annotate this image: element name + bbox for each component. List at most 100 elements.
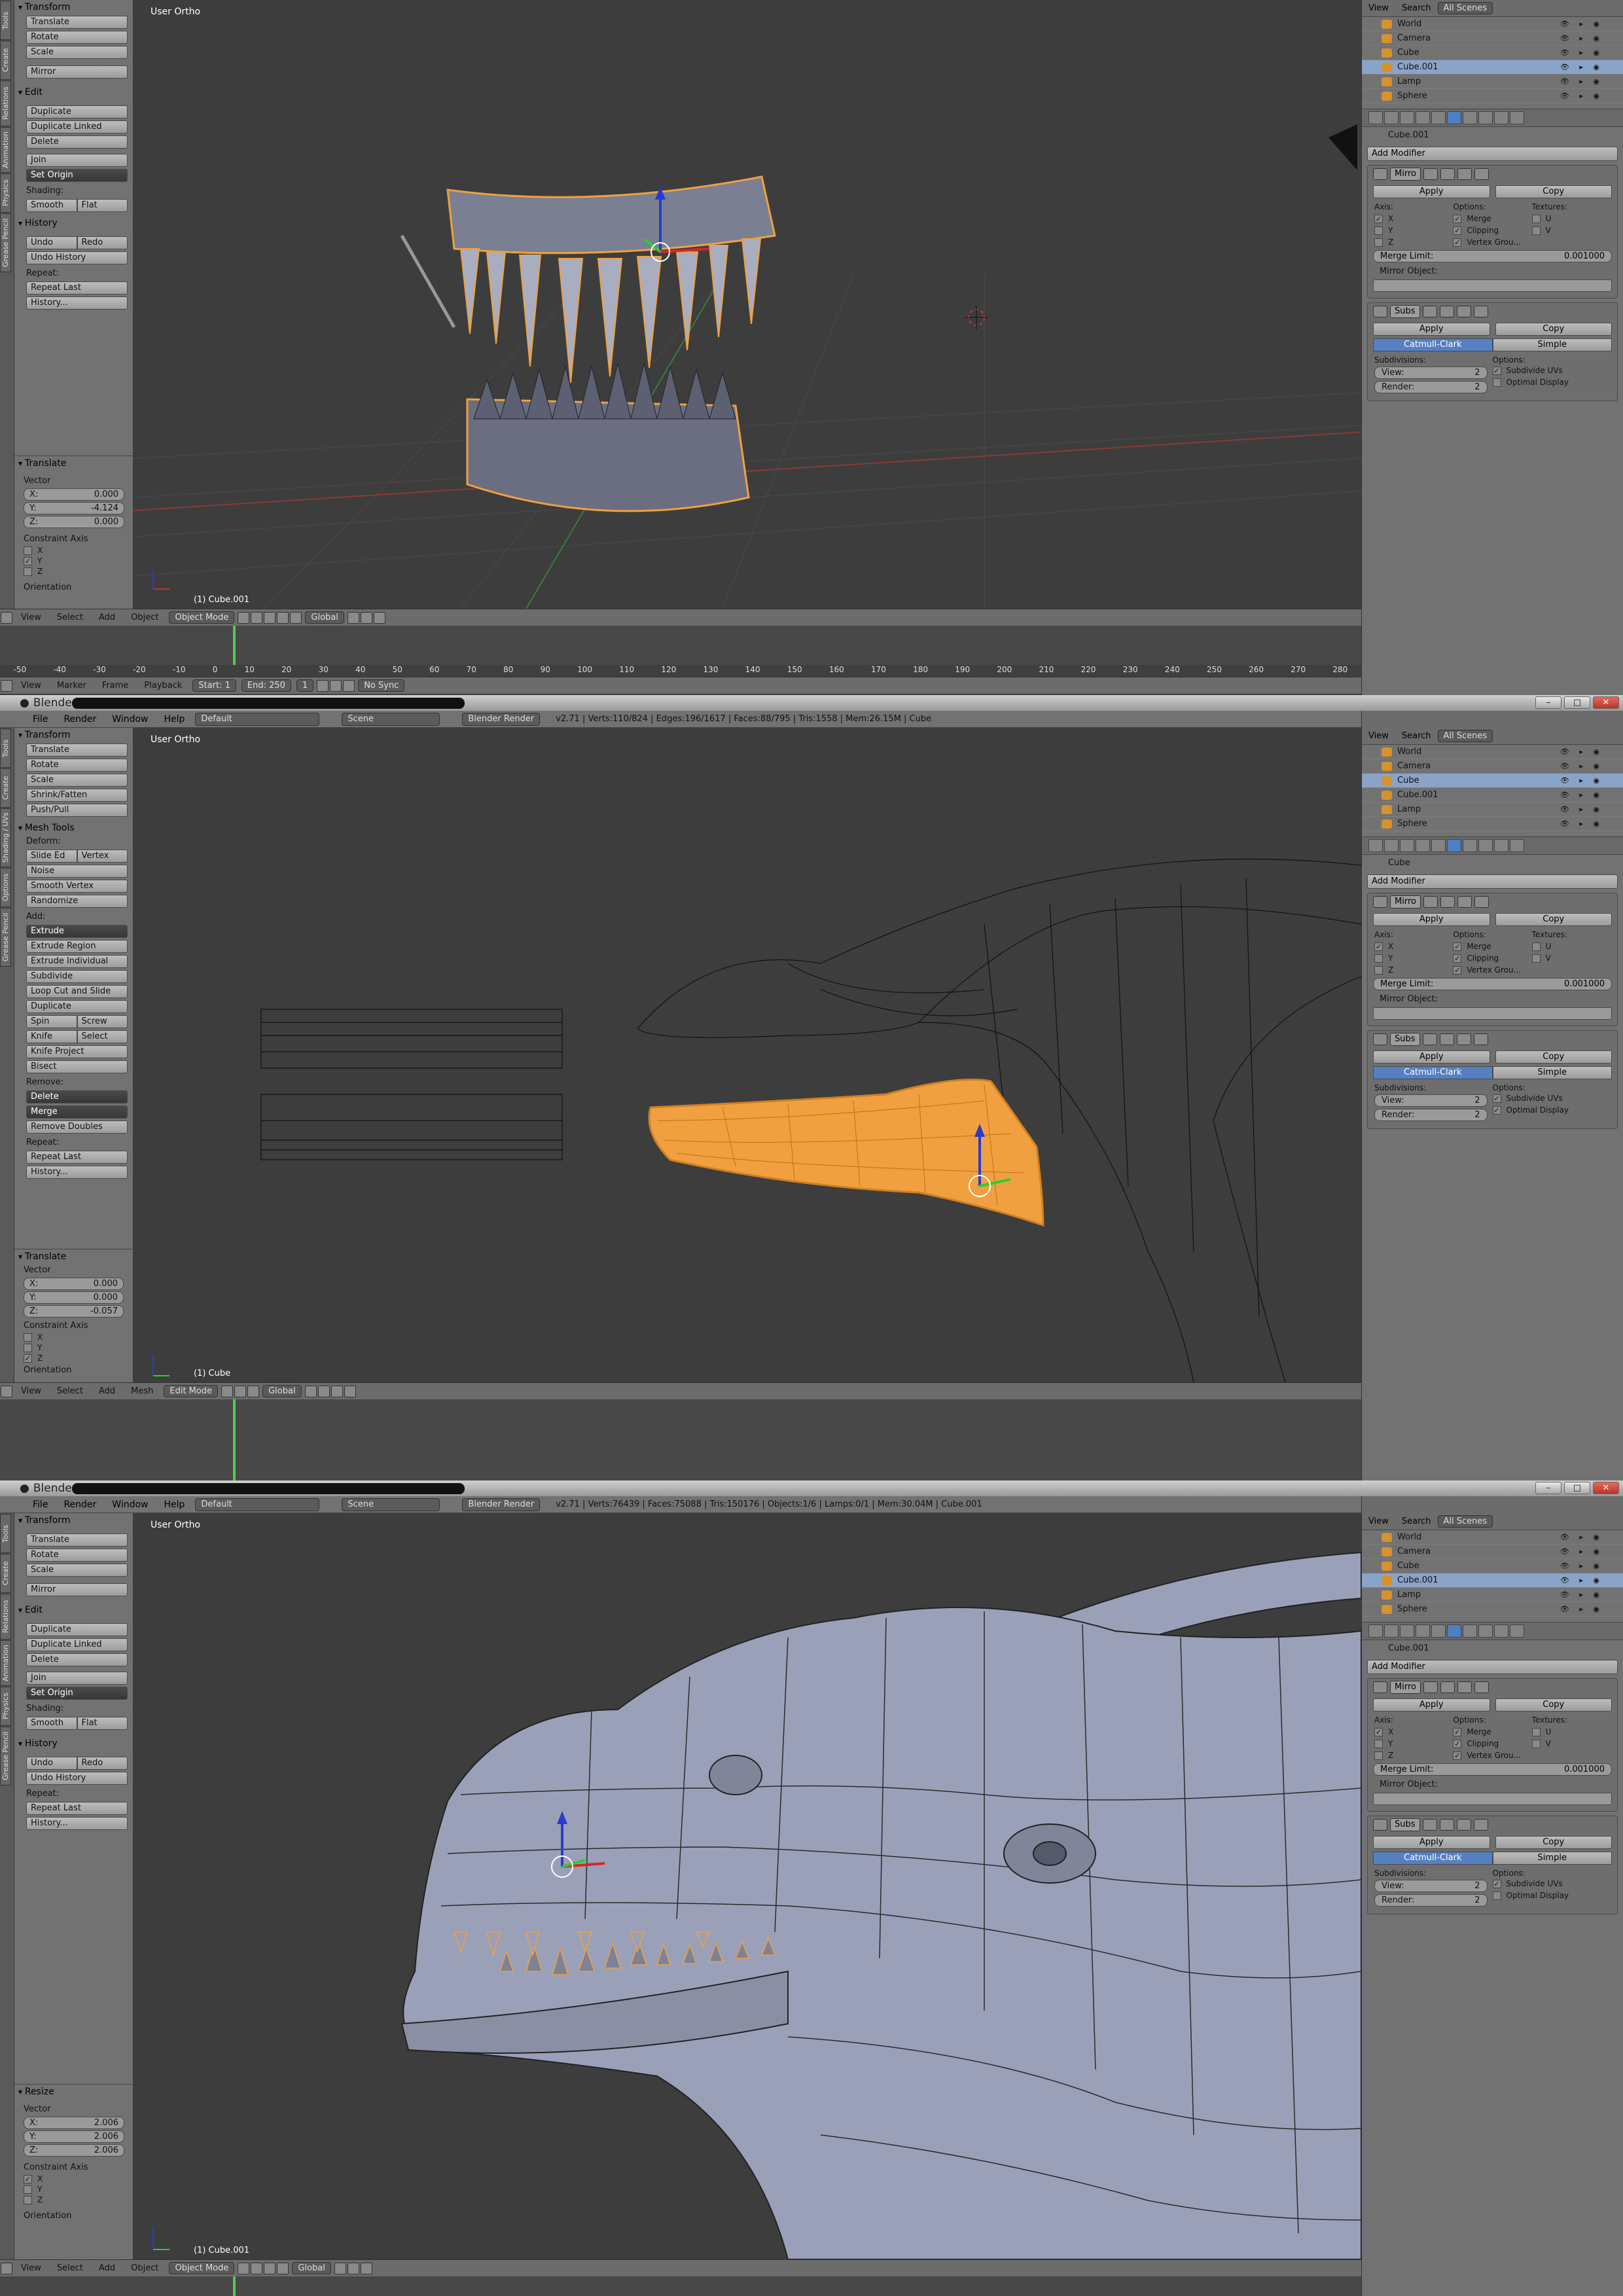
- menu-help[interactable]: Help: [164, 714, 185, 725]
- mirror-object-field[interactable]: [1373, 279, 1612, 292]
- modifiers-tab[interactable]: [1447, 111, 1461, 124]
- visibility-icons[interactable]: 👁 ▸ ◉: [1560, 1533, 1603, 1541]
- outliner-row[interactable]: Camera 👁 ▸ ◉: [1362, 1545, 1623, 1559]
- loop-cut-button[interactable]: Loop Cut and Slide: [26, 985, 128, 998]
- view-levels-field[interactable]: View: 2: [1374, 1094, 1488, 1107]
- render-tab[interactable]: [1368, 1624, 1383, 1638]
- modifier-toggle-icon[interactable]: [1439, 306, 1454, 317]
- checkbox-checked[interactable]: ✓: [1492, 1879, 1501, 1888]
- option-checkbox[interactable]: ✓ Vertex Grou...: [1453, 1751, 1531, 1760]
- subdivide-uvs-checkbox[interactable]: ✓ Subdivide UVs: [1492, 1092, 1611, 1104]
- remove-doubles-button[interactable]: Remove Doubles: [26, 1121, 128, 1134]
- tab-tools[interactable]: Tools: [0, 1514, 11, 1553]
- extrude-dropdown[interactable]: Extrude: [26, 925, 128, 938]
- constraints-tab[interactable]: [1431, 1624, 1446, 1638]
- checkbox[interactable]: [1374, 238, 1383, 247]
- undo-button[interactable]: Undo: [26, 236, 77, 249]
- tab-tools[interactable]: Tools: [0, 728, 11, 768]
- checkbox[interactable]: [24, 1343, 32, 1352]
- render-tab[interactable]: [1368, 839, 1383, 852]
- outliner-row[interactable]: Lamp 👁 ▸ ◉: [1362, 75, 1623, 89]
- 3d-viewport-middle[interactable]: User Ortho (1) Cube: [134, 728, 1361, 1382]
- section-history[interactable]: History: [14, 216, 133, 230]
- texture-checkbox[interactable]: [1532, 965, 1611, 975]
- tab-animation[interactable]: Animation: [0, 127, 11, 173]
- tab-physics[interactable]: Physics: [0, 1687, 11, 1726]
- vector-x-field[interactable]: X: 0.000: [24, 488, 124, 501]
- modifier-name-field[interactable]: Subs: [1390, 305, 1420, 318]
- optimal-display-checkbox[interactable]: Optimal Display: [1492, 376, 1611, 388]
- scene-tab[interactable]: [1384, 1624, 1399, 1638]
- undo-button[interactable]: Undo: [26, 1757, 77, 1770]
- scale-button[interactable]: Scale: [26, 1564, 128, 1577]
- visibility-icons[interactable]: 👁 ▸ ◉: [1560, 805, 1603, 814]
- catmull-clark-button[interactable]: Catmull-Clark: [1373, 1066, 1493, 1079]
- knife-project-button[interactable]: Knife Project: [26, 1045, 128, 1058]
- visibility-icons[interactable]: 👁 ▸ ◉: [1560, 1547, 1603, 1556]
- delete-button[interactable]: Delete: [26, 1653, 128, 1666]
- duplicate-linked-button[interactable]: Duplicate Linked: [26, 1638, 128, 1651]
- duplicate-button[interactable]: Duplicate: [26, 105, 128, 118]
- edge-select-icon[interactable]: [317, 1385, 330, 1397]
- render-levels-field[interactable]: Render: 2: [1374, 381, 1488, 393]
- checkbox-checked[interactable]: ✓: [1453, 226, 1462, 235]
- visibility-icons[interactable]: 👁 ▸ ◉: [1560, 1590, 1603, 1599]
- constraint-y[interactable]: Y: [14, 1342, 133, 1353]
- apply-button[interactable]: Apply: [1373, 323, 1490, 336]
- axis-checkbox[interactable]: ✓ X: [1374, 1727, 1453, 1736]
- checkbox-checked[interactable]: ✓: [24, 556, 32, 565]
- delete-dropdown[interactable]: Delete: [26, 1090, 128, 1103]
- history-button[interactable]: History...: [26, 1817, 128, 1830]
- outliner-row[interactable]: Sphere 👁 ▸ ◉: [1362, 817, 1623, 831]
- flat-button[interactable]: Flat: [77, 1717, 128, 1730]
- join-button[interactable]: Join: [26, 1672, 128, 1685]
- data-tab[interactable]: [1463, 1624, 1477, 1638]
- extrude-region-button[interactable]: Extrude Region: [26, 940, 128, 953]
- close-button[interactable]: ✕: [1593, 696, 1619, 709]
- editor-type-icon[interactable]: [1, 1385, 12, 1397]
- vertex-select-icon[interactable]: [304, 1385, 317, 1397]
- editor-type-icon[interactable]: [1, 2262, 12, 2274]
- checkbox[interactable]: [1531, 214, 1541, 223]
- viewport-shading-icon[interactable]: [238, 2262, 250, 2274]
- texture-checkbox[interactable]: [1532, 1751, 1611, 1760]
- axis-checkbox[interactable]: Z: [1374, 1751, 1453, 1760]
- translate-button[interactable]: Translate: [26, 744, 128, 757]
- snap-icon[interactable]: [347, 2262, 359, 2274]
- start-frame-field[interactable]: Start: 1: [192, 679, 236, 692]
- forward-icon[interactable]: [343, 679, 355, 692]
- 3d-viewport-bottom[interactable]: User Ortho (1) Cube.001: [134, 1513, 1361, 2259]
- visibility-icons[interactable]: 👁 ▸ ◉: [1560, 762, 1603, 770]
- checkbox[interactable]: [24, 546, 32, 555]
- sync-selector[interactable]: No Sync: [358, 679, 405, 692]
- minimize-button[interactable]: –: [1535, 696, 1561, 709]
- outliner-row[interactable]: Cube 👁 ▸ ◉: [1362, 774, 1623, 788]
- modifier-toggle-icon[interactable]: [1440, 896, 1455, 908]
- texture-checkbox[interactable]: V: [1531, 226, 1611, 235]
- texture-checkbox[interactable]: [1532, 238, 1611, 247]
- modifier-name-field[interactable]: Subs: [1390, 1033, 1420, 1046]
- set-origin-dropdown[interactable]: Set Origin: [26, 1687, 128, 1700]
- constraint-z[interactable]: ✓ Z: [14, 1353, 133, 1363]
- data-tab[interactable]: [1463, 839, 1477, 852]
- texture-tab[interactable]: [1494, 1624, 1508, 1638]
- constraint-x[interactable]: X: [14, 545, 133, 556]
- modifier-toggle-icon[interactable]: [1423, 168, 1438, 180]
- view-levels-field[interactable]: View: 2: [1374, 367, 1488, 379]
- modifier-toggle-icon[interactable]: [1457, 1681, 1472, 1693]
- optimal-display-checkbox[interactable]: ✓ Optimal Display: [1492, 1104, 1611, 1116]
- undo-history-button[interactable]: Undo History: [26, 251, 128, 264]
- menu-mesh[interactable]: Mesh: [131, 1386, 153, 1396]
- checkbox[interactable]: [1531, 954, 1541, 963]
- tab-animation[interactable]: Animation: [0, 1640, 11, 1686]
- section-transform[interactable]: Transform: [14, 728, 133, 742]
- history-button[interactable]: History...: [26, 296, 128, 310]
- menu-view[interactable]: View: [1368, 1516, 1389, 1526]
- checkbox-checked[interactable]: ✓: [1453, 1751, 1462, 1760]
- section-history[interactable]: History: [14, 1736, 133, 1750]
- texture-checkbox[interactable]: U: [1531, 1727, 1611, 1736]
- mode-selector[interactable]: Object Mode: [169, 2262, 235, 2274]
- outliner-row[interactable]: Cube 👁 ▸ ◉: [1362, 46, 1623, 60]
- operator-title[interactable]: Resize: [14, 2085, 133, 2098]
- visibility-icons[interactable]: 👁 ▸ ◉: [1560, 63, 1603, 71]
